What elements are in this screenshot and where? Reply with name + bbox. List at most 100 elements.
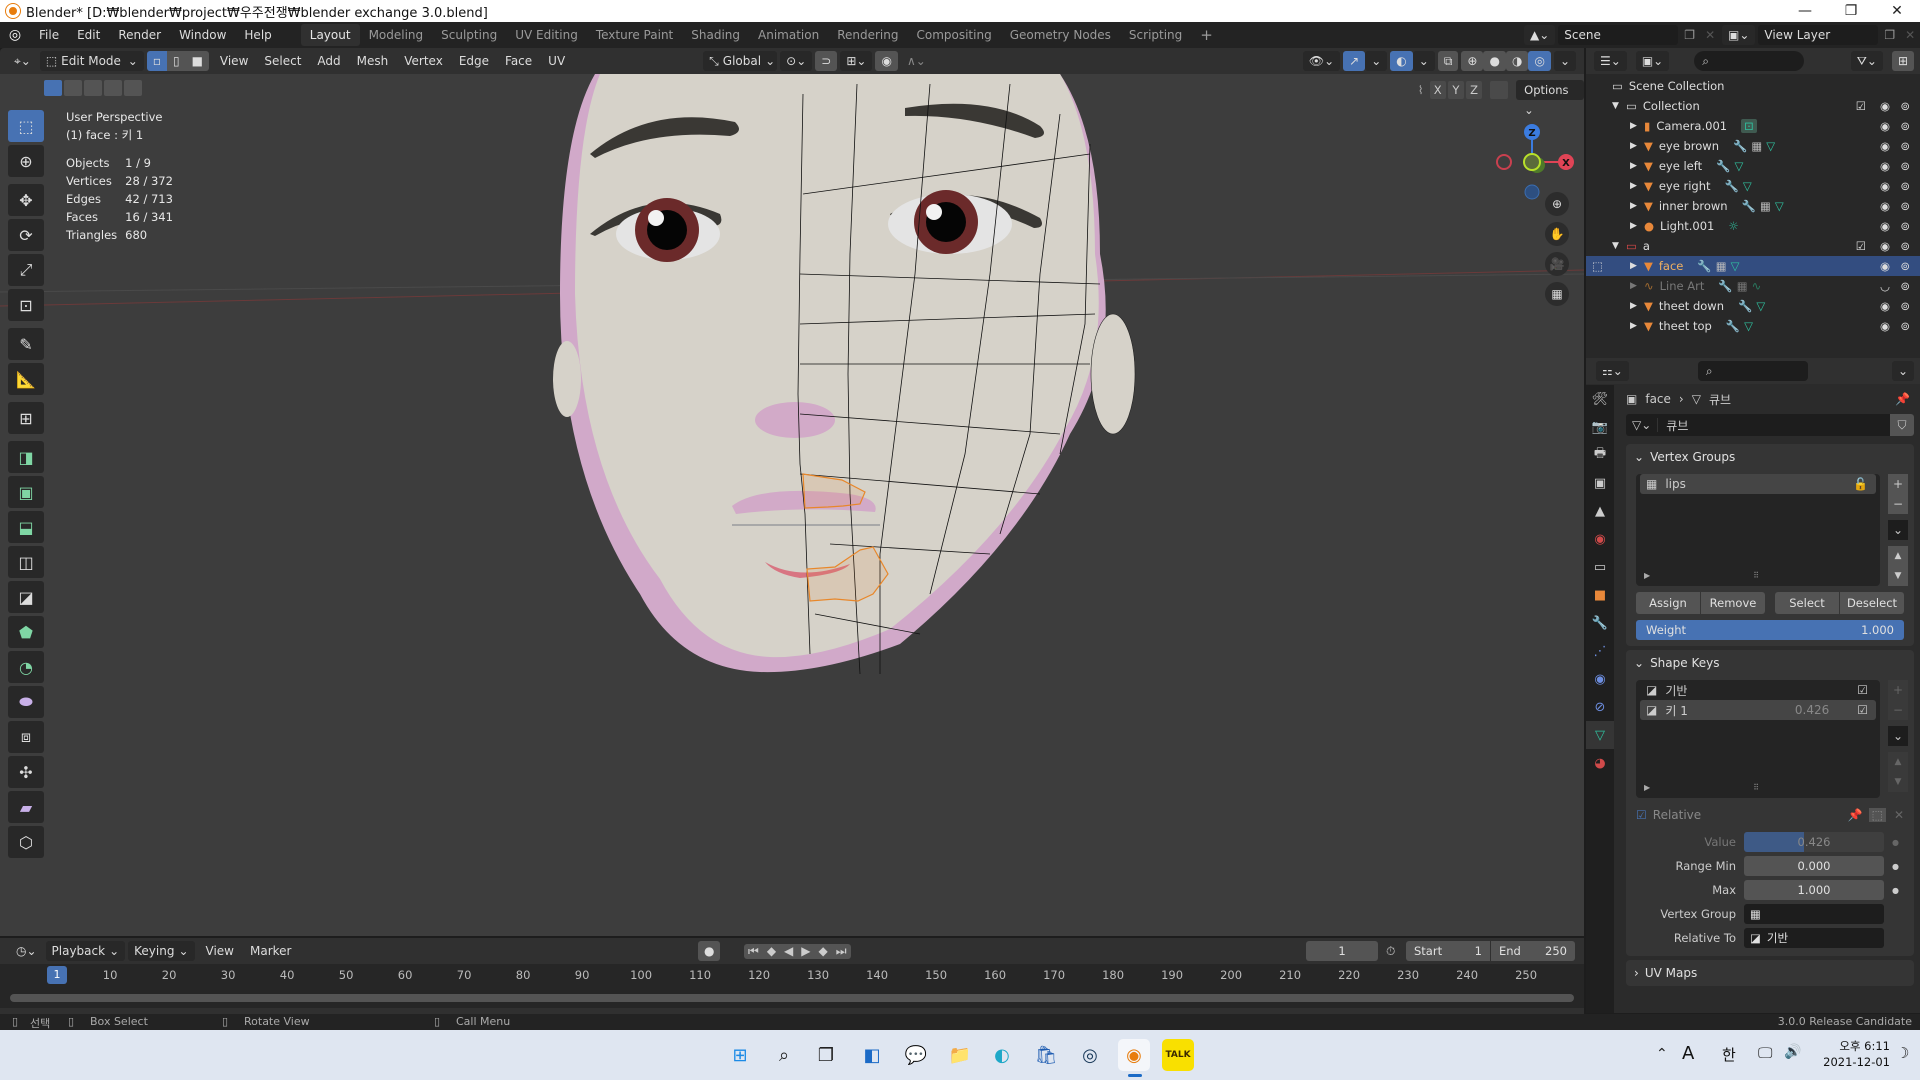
- expand-arrow-icon[interactable]: ▶: [1630, 161, 1644, 171]
- pivot-point-dropdown[interactable]: ⊙⌄: [780, 51, 813, 71]
- viewport-menu-face[interactable]: Face: [497, 54, 540, 68]
- tab-collection[interactable]: ▭: [1586, 553, 1614, 581]
- expand-arrow-icon[interactable]: ▶: [1630, 201, 1644, 211]
- tab-world[interactable]: ◉: [1586, 525, 1614, 553]
- expand-arrow-icon[interactable]: ▶: [1630, 281, 1644, 291]
- workspace-tab-animation[interactable]: Animation: [749, 24, 828, 46]
- eye-icon[interactable]: ◉: [1880, 139, 1890, 153]
- tab-tool[interactable]: 🛠: [1586, 385, 1614, 413]
- expand-arrow-icon[interactable]: ▶: [1630, 121, 1644, 131]
- camera-render-icon[interactable]: ⊚: [1900, 119, 1910, 133]
- gizmo-toggle[interactable]: ↗: [1343, 51, 1366, 71]
- vertex-groups-icon[interactable]: ▦: [1760, 199, 1771, 213]
- blender-taskbar-icon[interactable]: ◉: [1118, 1039, 1150, 1071]
- camera-view-icon[interactable]: 🎥: [1545, 252, 1569, 276]
- annotate-tool[interactable]: ✎: [8, 328, 44, 360]
- outliner-item-face[interactable]: ⬚ ▶ ▼ face 🔧 ▦ ▽ ◉ ⊚: [1586, 256, 1920, 276]
- measure-tool[interactable]: 📐: [8, 363, 44, 395]
- auto-keying-toggle[interactable]: ●: [698, 941, 721, 961]
- mirror-y-toggle[interactable]: Y: [1447, 81, 1464, 99]
- file-explorer-icon[interactable]: 📁: [944, 1039, 976, 1071]
- outliner-item-collection-a[interactable]: ▼ ▭ a ☑ ◉ ⊚: [1586, 236, 1920, 256]
- edit-mode-indicator-icon[interactable]: ⬚: [1592, 259, 1603, 273]
- search-icon[interactable]: ⌕: [768, 1039, 800, 1071]
- mode-dropdown[interactable]: ⬚ Edit Mode ⌄: [39, 51, 144, 71]
- scene-name-field[interactable]: Scene: [1558, 25, 1679, 45]
- jump-end-button[interactable]: ⏭: [832, 944, 851, 959]
- move-up-button[interactable]: ▲: [1888, 546, 1908, 566]
- exclude-checkbox[interactable]: ☑: [1856, 239, 1866, 253]
- pan-hand-icon[interactable]: ✋: [1545, 222, 1569, 246]
- workspace-tab-modeling[interactable]: Modeling: [360, 24, 433, 46]
- keyframe-dot-icon[interactable]: ●: [1892, 862, 1908, 871]
- camera-render-icon[interactable]: ⊚: [1900, 279, 1910, 293]
- shear-tool[interactable]: ▰: [8, 791, 44, 823]
- modifier-wrench-icon[interactable]: 🔧: [1725, 179, 1739, 193]
- workspace-tab-compositing[interactable]: Compositing: [907, 24, 1000, 46]
- relative-checkbox[interactable]: ☑: [1636, 808, 1647, 822]
- expand-arrow-icon[interactable]: ▶: [1630, 181, 1644, 191]
- select-invert-button[interactable]: [104, 80, 122, 96]
- camera-render-icon[interactable]: ⊚: [1900, 259, 1910, 273]
- shrink-fatten-tool[interactable]: ✣: [8, 756, 44, 788]
- properties-editor-type-icon[interactable]: ⚏⌄: [1596, 361, 1629, 381]
- mesh-data-icon[interactable]: ▽: [1756, 299, 1765, 313]
- workspace-tab-sculpting[interactable]: Sculpting: [432, 24, 506, 46]
- outliner-item-eye-left[interactable]: ▶ ▼ eye left 🔧 ▽ ◉ ⊚: [1586, 156, 1920, 176]
- mesh-data-icon[interactable]: ▽: [1744, 319, 1753, 333]
- shading-solid-button[interactable]: ●: [1483, 51, 1506, 71]
- list-filter-toggle[interactable]: ▶: [1644, 783, 1650, 792]
- widgets-icon[interactable]: ◧: [856, 1039, 888, 1071]
- tab-constraints[interactable]: ⊘: [1586, 693, 1614, 721]
- stroke-data-icon[interactable]: ∿: [1752, 279, 1762, 293]
- task-view-icon[interactable]: ❐: [810, 1039, 842, 1071]
- remove-shape-key-button[interactable]: −: [1888, 700, 1908, 720]
- assign-button[interactable]: Assign: [1636, 592, 1700, 614]
- kakaotalk-icon[interactable]: TALK: [1162, 1039, 1194, 1071]
- timeline-view-menu[interactable]: View: [198, 944, 242, 958]
- marker-menu[interactable]: Marker: [242, 944, 299, 958]
- overlays-toggle[interactable]: ◐: [1390, 51, 1413, 71]
- keying-menu[interactable]: Keying ⌄: [128, 941, 195, 961]
- camera-render-icon[interactable]: ⊚: [1900, 159, 1910, 173]
- timeline-ruler[interactable]: 10 20 30 40 50 60 70 80 90 100 110 120 130 140 150 160 1…: [0, 964, 1584, 988]
- viewport-menu-uv[interactable]: UV: [540, 54, 573, 68]
- remove-vertex-group-button[interactable]: −: [1888, 494, 1908, 514]
- camera-render-icon[interactable]: ⊚: [1900, 219, 1910, 233]
- select-intersect-button[interactable]: [124, 80, 142, 96]
- camera-render-icon[interactable]: ⊚: [1900, 199, 1910, 213]
- workspace-tab-layout[interactable]: Layout: [300, 24, 360, 46]
- 3d-viewport[interactable]: User Perspective (1) face : 키 1 Objects 1…: [0, 74, 1584, 936]
- overlays-dropdown[interactable]: ⌄: [1412, 51, 1435, 71]
- eye-icon[interactable]: ◉: [1880, 239, 1890, 253]
- mesh-data-icon[interactable]: ▽: [1734, 159, 1743, 173]
- xray-toggle[interactable]: ⧉: [1437, 51, 1459, 71]
- shading-dropdown[interactable]: ⌄: [1553, 51, 1576, 71]
- viewport-menu-mesh[interactable]: Mesh: [349, 54, 397, 68]
- menu-file[interactable]: File: [30, 22, 68, 48]
- outliner-scene-collection[interactable]: ▭ Scene Collection: [1586, 76, 1920, 96]
- workspace-tab-shading[interactable]: Shading: [682, 24, 749, 46]
- new-view-layer-icon[interactable]: ❐: [1878, 28, 1901, 42]
- steam-icon[interactable]: ◎: [1074, 1039, 1106, 1071]
- tab-modifiers[interactable]: 🔧: [1586, 609, 1614, 637]
- tab-physics[interactable]: ◉: [1586, 665, 1614, 693]
- maximize-button[interactable]: ❐: [1828, 0, 1874, 22]
- uv-maps-header[interactable]: › UV Maps: [1626, 960, 1914, 986]
- tray-overflow-chevron-icon[interactable]: ⌃: [1656, 1046, 1668, 1062]
- jump-start-button[interactable]: ⏮: [744, 944, 763, 959]
- camera-render-icon[interactable]: ⊚: [1900, 139, 1910, 153]
- camera-render-icon[interactable]: ⊚: [1900, 319, 1910, 333]
- spin-tool[interactable]: ◔: [8, 651, 44, 683]
- delete-view-layer-icon[interactable]: ✕: [1901, 28, 1919, 42]
- delete-scene-icon[interactable]: ✕: [1701, 28, 1719, 42]
- mesh-browse-dropdown[interactable]: ▽⌄: [1626, 418, 1659, 432]
- outliner-item-inner-brown[interactable]: ▶ ▼ inner brown 🔧 ▦ ▽ ◉ ⊚: [1586, 196, 1920, 216]
- relative-to-field[interactable]: ◪ 기반: [1744, 928, 1884, 948]
- close-button[interactable]: ✕: [1874, 0, 1920, 22]
- shape-keys-header[interactable]: ⌄ Shape Keys: [1626, 650, 1914, 676]
- playhead[interactable]: 1: [47, 966, 67, 984]
- workspace-tab-texture-paint[interactable]: Texture Paint: [587, 24, 682, 46]
- outliner-item-collection[interactable]: ▼ ▭ Collection ☑ ◉ ⊚: [1586, 96, 1920, 116]
- navigation-gizmo[interactable]: Z X: [1490, 110, 1580, 200]
